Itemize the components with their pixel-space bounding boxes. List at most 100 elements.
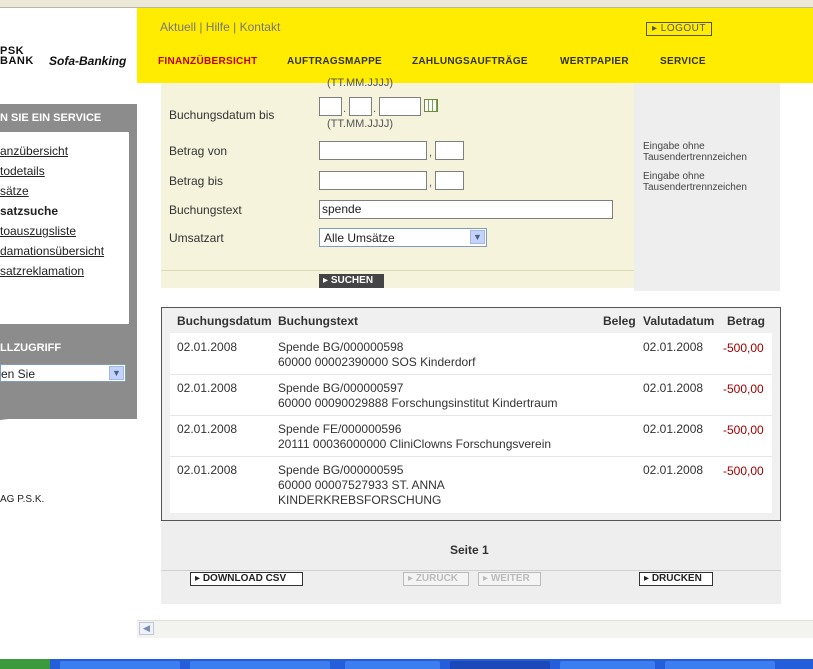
decimal-separator: , xyxy=(429,177,433,189)
tab-service[interactable]: SERVICE xyxy=(660,56,706,67)
date-to-year-input[interactable] xyxy=(379,97,421,116)
quick-access-title: LLZUGRIFF xyxy=(0,342,62,354)
service-menu: anzübersicht todetails sätze satzsuche t… xyxy=(0,132,129,324)
row-valuta: 02.01.2008 xyxy=(643,463,704,477)
tab-zahlungsauftraege[interactable]: ZAHLUNGSAUFTRÄGE xyxy=(412,56,528,67)
row-divider xyxy=(170,456,772,457)
row-text-line: 60000 00002390000 SOS Kinderdorf xyxy=(278,355,476,369)
browser-toolbar-strip xyxy=(0,0,813,8)
row-text-line: Spende FE/000000596 xyxy=(278,422,402,436)
type-select-value: Alle Umsätze xyxy=(324,231,395,245)
row-divider xyxy=(170,374,772,375)
row-amount: -500,00 xyxy=(723,423,764,437)
taskbar-item[interactable] xyxy=(665,661,775,669)
logo-line-2: BANK xyxy=(0,55,34,67)
row-date: 02.01.2008 xyxy=(177,340,238,354)
row-text-line: KINDERKREBSFORSCHUNG xyxy=(278,493,442,507)
date-separator: . xyxy=(343,103,347,115)
row-text-line: 60000 00007527933 ST. ANNA xyxy=(278,478,445,492)
service-section-title: N SIE EIN SERVICE xyxy=(0,112,102,124)
back-button[interactable]: ▸ ZURÜCK xyxy=(403,572,469,586)
column-header-valuta[interactable]: Valutadatum xyxy=(643,314,714,328)
row-divider xyxy=(170,415,772,416)
amount-to-hint: Eingabe ohne Tausendertrennzeichen xyxy=(643,171,747,193)
sidebar-item-umsatzreklamation[interactable]: satzreklamation xyxy=(0,264,84,278)
amount-from-cent-input[interactable] xyxy=(435,141,464,160)
scroll-left-icon[interactable]: ◀ xyxy=(139,622,154,635)
amount-to-cent-input[interactable] xyxy=(435,171,464,190)
logout-button[interactable]: ▸ LOGOUT xyxy=(646,22,712,36)
copyright-text: AG P.S.K. xyxy=(0,494,45,505)
tab-wertpapier[interactable]: WERTPAPIER xyxy=(560,56,629,67)
date-from-hint: (TT.MM.JJJJ) xyxy=(327,77,393,89)
sidebar-item-finanzuebersicht[interactable]: anzübersicht xyxy=(0,144,68,158)
row-text-line: 20111 00036000000 CliniClowns Forschungs… xyxy=(278,437,552,451)
pager-area xyxy=(161,521,781,604)
row-valuta: 02.01.2008 xyxy=(643,381,704,395)
column-header-beleg[interactable]: Beleg xyxy=(603,314,636,328)
taskbar-item[interactable] xyxy=(450,661,550,669)
row-text-line: Spende BG/000000595 xyxy=(278,463,404,477)
next-button[interactable]: ▸ WEITER xyxy=(478,572,541,586)
row-amount: -500,00 xyxy=(723,341,764,355)
calendar-icon[interactable] xyxy=(424,99,438,112)
download-csv-button[interactable]: ▸ DOWNLOAD CSV xyxy=(190,572,303,586)
print-label: DRUCKEN xyxy=(651,573,702,584)
column-header-text[interactable]: Buchungstext xyxy=(278,314,358,328)
print-button[interactable]: ▸ DRUCKEN xyxy=(639,572,713,586)
logout-label: LOGOUT xyxy=(660,23,707,34)
booking-text-input[interactable]: spende xyxy=(319,200,613,219)
date-to-label: Buchungsdatum bis xyxy=(169,108,275,122)
taskbar-item[interactable] xyxy=(60,661,180,669)
amount-to-euro-input[interactable] xyxy=(319,171,427,190)
quick-access-value: en Sie xyxy=(1,367,36,381)
download-csv-label: DOWNLOAD CSV xyxy=(202,573,287,584)
row-date: 02.01.2008 xyxy=(177,381,238,395)
sidebar-item-reklamationsuebersicht[interactable]: damationsübersicht xyxy=(0,244,104,258)
quick-access-select[interactable]: en Sie ▼ xyxy=(0,364,126,382)
tab-finanzuebersicht[interactable]: FINANZÜBERSICHT xyxy=(158,56,258,67)
column-header-amount[interactable]: Betrag xyxy=(727,314,765,328)
tab-auftragsmappe[interactable]: AUFTRAGSMAPPE xyxy=(287,56,382,67)
row-valuta: 02.01.2008 xyxy=(643,422,704,436)
column-header-date[interactable]: Buchungsdatum xyxy=(177,314,272,328)
amount-to-label: Betrag bis xyxy=(169,174,224,188)
amount-from-euro-input[interactable] xyxy=(319,141,427,160)
taskbar-item[interactable] xyxy=(560,661,655,669)
chevron-down-icon[interactable]: ▼ xyxy=(109,366,124,380)
date-to-hint: (TT.MM.JJJJ) xyxy=(327,118,393,130)
start-button[interactable] xyxy=(0,659,50,669)
date-separator: . xyxy=(373,103,377,115)
top-links[interactable]: Aktuell | Hilfe | Kontakt xyxy=(160,20,280,34)
chevron-down-icon[interactable]: ▼ xyxy=(470,230,485,244)
horizontal-scrollbar[interactable] xyxy=(137,620,813,638)
date-to-month-input[interactable] xyxy=(349,97,372,116)
form-divider xyxy=(161,270,634,271)
row-text-line: Spende BG/000000597 xyxy=(278,381,404,395)
row-valuta: 02.01.2008 xyxy=(643,340,704,354)
bank-logo: PSK BANK xyxy=(0,46,34,67)
product-name: Sofa-Banking xyxy=(49,54,127,68)
row-text-line: 60000 00090029888 Forschungsinstitut Kin… xyxy=(278,396,558,410)
back-label: ZURÜCK xyxy=(415,573,459,584)
search-button[interactable]: ▸ SUCHEN xyxy=(319,274,384,288)
search-button-label: SUCHEN xyxy=(330,275,374,286)
amount-from-hint: Eingabe ohne Tausendertrennzeichen xyxy=(643,141,747,163)
next-label: WEITER xyxy=(490,573,530,584)
sidebar-item-umsatzsuche[interactable]: satzsuche xyxy=(0,204,58,218)
amount-from-label: Betrag von xyxy=(169,144,228,158)
booking-text-label: Buchungstext xyxy=(169,203,242,217)
decimal-separator: , xyxy=(429,147,433,159)
row-date: 02.01.2008 xyxy=(177,463,238,477)
sidebar-item-umsaetze[interactable]: sätze xyxy=(0,184,29,198)
row-amount: -500,00 xyxy=(723,382,764,396)
type-label: Umsatzart xyxy=(169,231,224,245)
type-select[interactable]: Alle Umsätze ▼ xyxy=(319,228,487,247)
sidebar-item-kontoauszugsliste[interactable]: toauszugsliste xyxy=(0,224,76,238)
taskbar-item[interactable] xyxy=(345,661,440,669)
row-text-line: Spende BG/000000598 xyxy=(278,340,404,354)
sidebar-item-kontodetails[interactable]: todetails xyxy=(0,164,45,178)
page-indicator: Seite 1 xyxy=(450,543,489,557)
taskbar-item[interactable] xyxy=(190,661,330,669)
date-to-day-input[interactable] xyxy=(319,97,342,116)
